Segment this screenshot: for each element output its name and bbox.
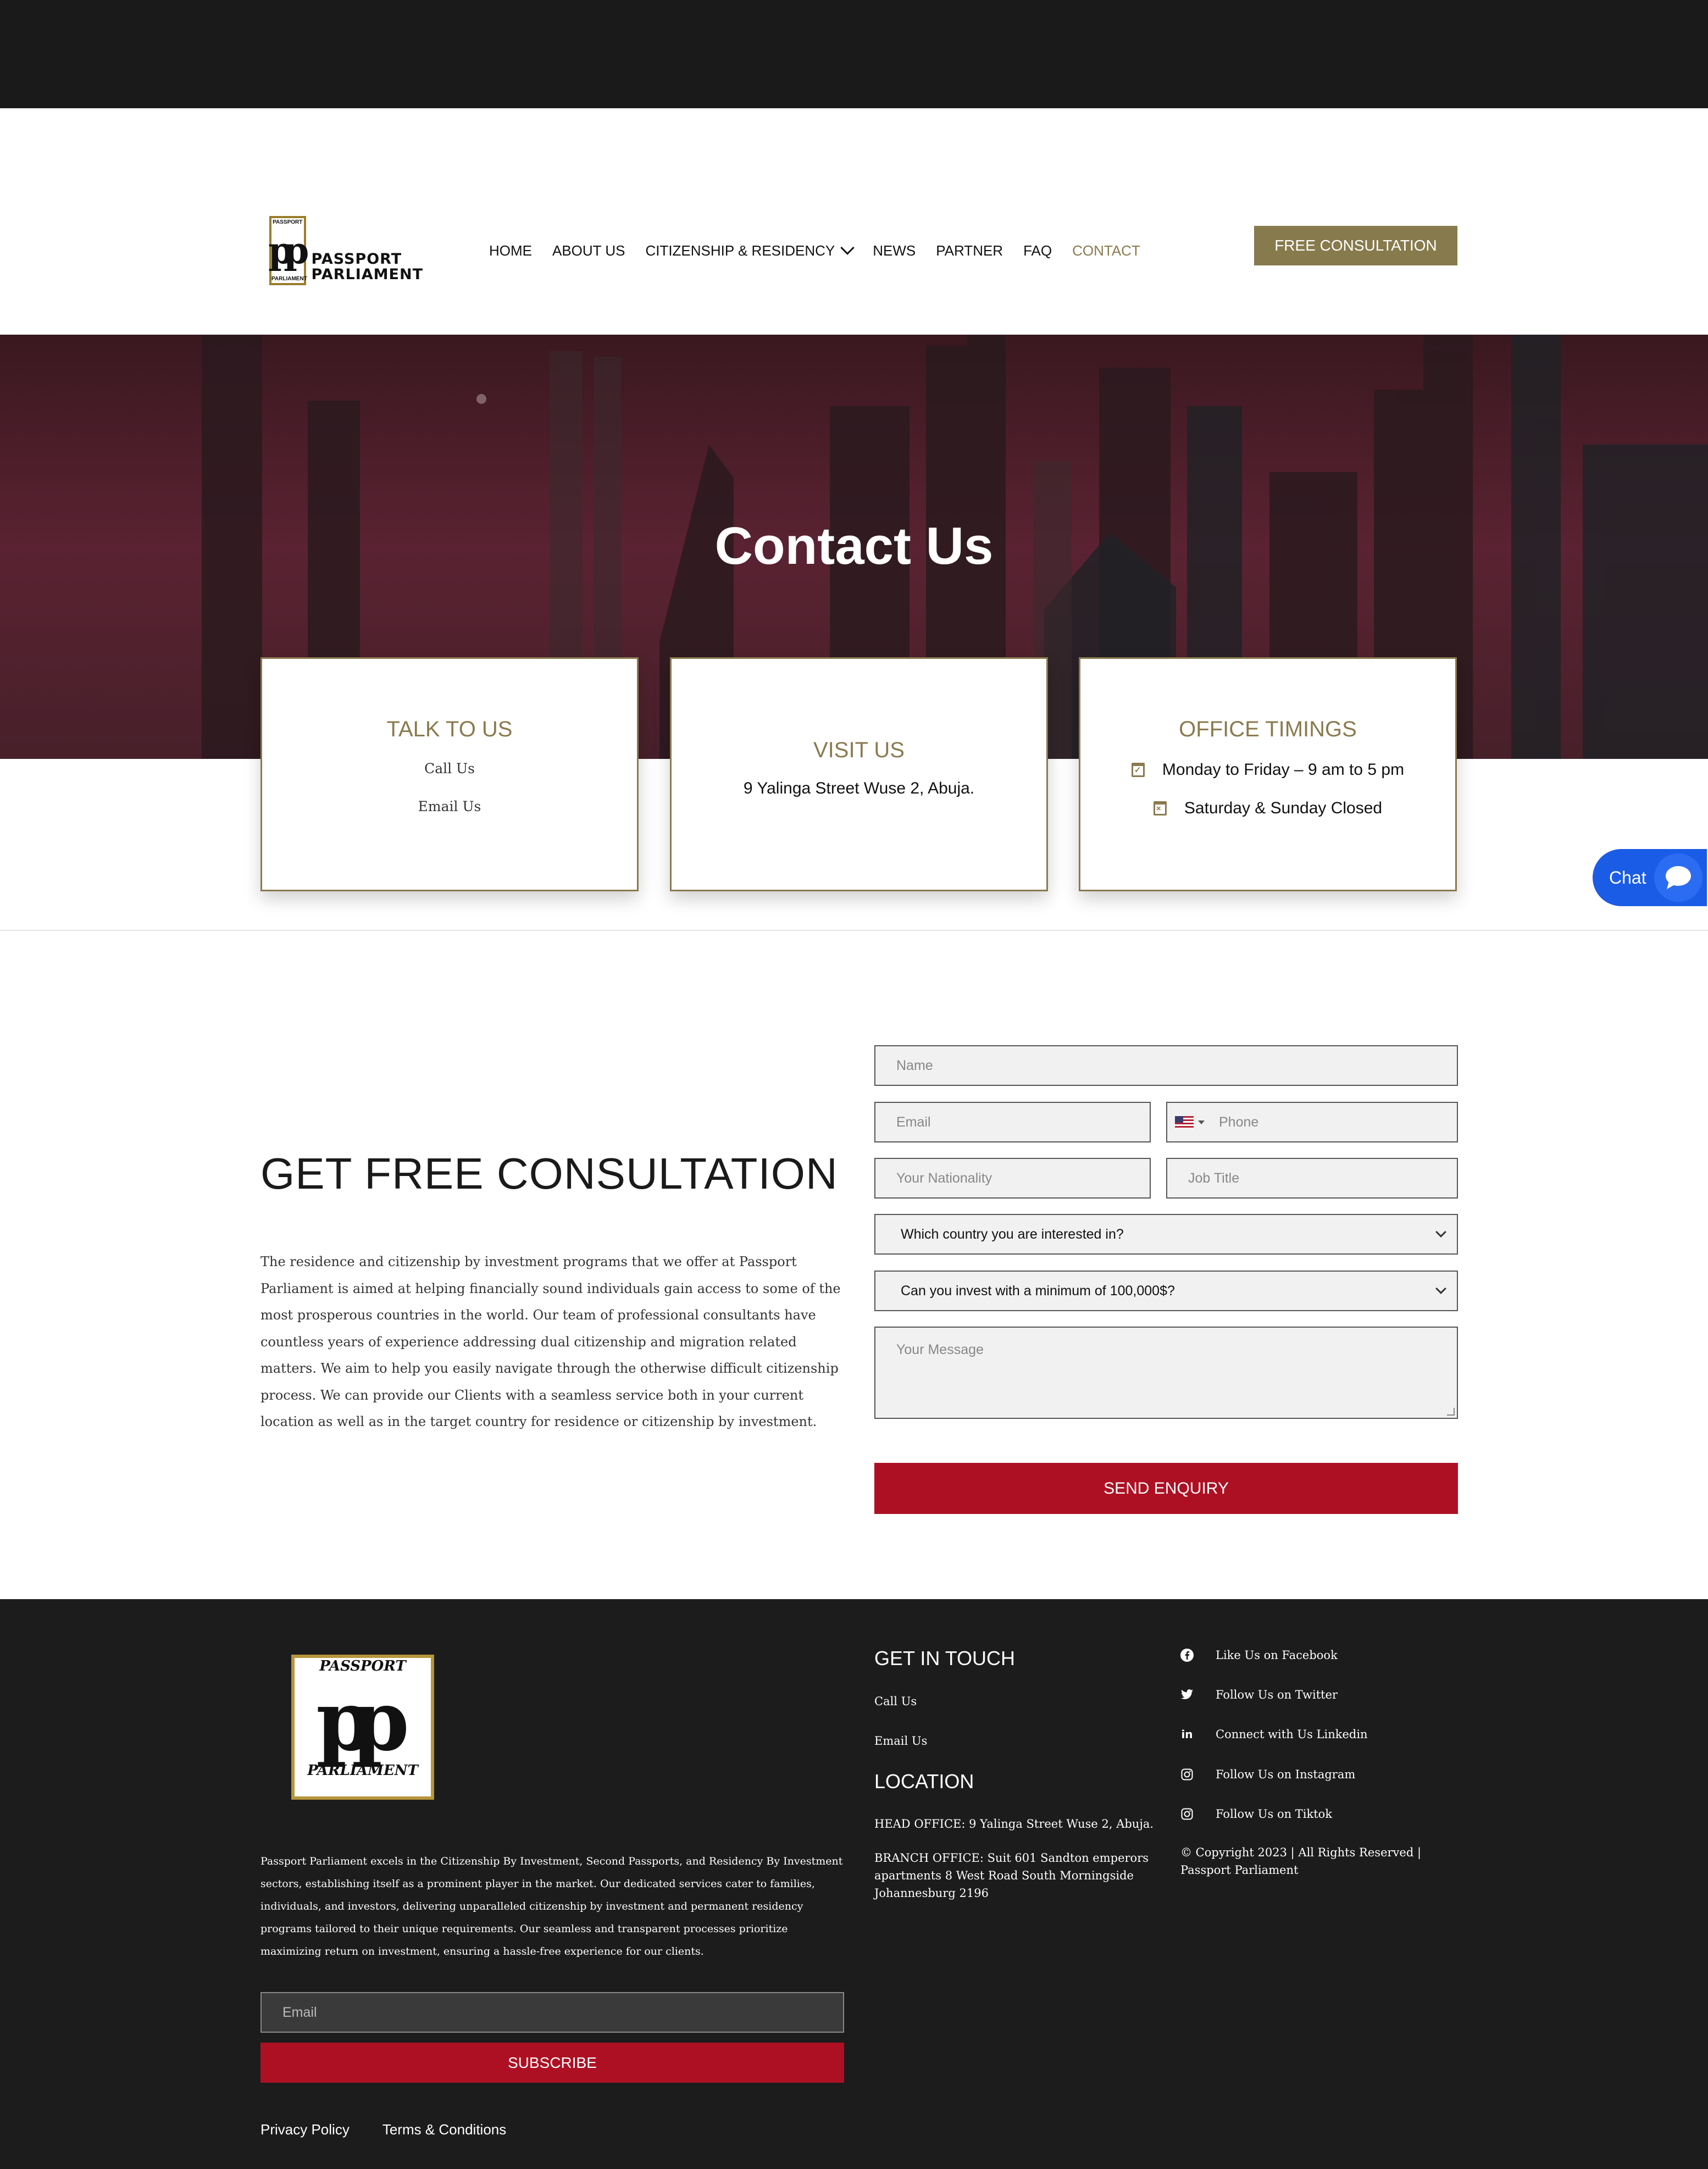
main-nav: HOME ABOUT US CITIZENSHIP & RESIDENCY NE… <box>489 236 1161 265</box>
footer-call-us-link[interactable]: Call Us <box>874 1693 917 1710</box>
visit-us-card: VISIT US 9 Yalinga Street Wuse 2, Abuja. <box>670 657 1048 891</box>
message-placeholder: Your Message <box>896 1342 984 1357</box>
footer-logo-top-text: PASSPORT <box>319 1658 406 1674</box>
talk-to-us-title: TALK TO US <box>386 717 513 741</box>
email-field[interactable]: Email <box>874 1102 1151 1142</box>
footer-logo-bottom-text: PARLIAMENT <box>307 1762 418 1779</box>
site-logo[interactable]: PASSPORT pp PARLIAMENT PASSPORT PARLIAME… <box>268 215 423 286</box>
email-us-link[interactable]: Email Us <box>262 798 637 814</box>
office-timings-card: OFFICE TIMINGS ✓ Monday to Friday – 9 am… <box>1079 657 1457 891</box>
subscribe-button[interactable]: SUBSCRIBE <box>260 2043 844 2083</box>
calendar-x-icon: × <box>1153 801 1167 816</box>
calendar-check-icon: ✓ <box>1131 763 1145 777</box>
logo-wordmark-line1: PASSPORT <box>311 251 402 268</box>
twitter-link-label: Follow Us on Twitter <box>1216 1688 1338 1701</box>
country-select-value: Which country you are interested in? <box>901 1226 1124 1242</box>
resize-handle-icon[interactable] <box>1447 1408 1455 1416</box>
linkedin-icon: in <box>1181 1728 1193 1741</box>
logo-wordmark-line2: PARLIAMENT <box>311 266 423 283</box>
facebook-icon <box>1180 1649 1194 1662</box>
instagram-link-label: Follow Us on Instagram <box>1216 1768 1356 1781</box>
twitter-link[interactable]: Follow Us on Twitter <box>1180 1688 1338 1701</box>
instagram-icon <box>1180 1768 1194 1781</box>
instagram-link[interactable]: Follow Us on Instagram <box>1180 1768 1355 1781</box>
logo-mark-top-text: PASSPORT <box>273 219 303 225</box>
nav-home[interactable]: HOME <box>489 242 532 259</box>
weekend-hours-text: Saturday & Sunday Closed <box>1184 799 1383 817</box>
footer-logo[interactable]: PASSPORT pp PARLIAMENT <box>291 1655 434 1800</box>
copyright-text: © Copyright 2023 | All Rights Reserved |… <box>1180 1846 1422 1877</box>
facebook-link-label: Like Us on Facebook <box>1216 1649 1338 1662</box>
footer-email-us-link[interactable]: Email Us <box>874 1732 927 1750</box>
investment-select-value: Can you invest with a minimum of 100,000… <box>901 1283 1175 1299</box>
head-office-address: HEAD OFFICE: 9 Yalinga Street Wuse 2, Ab… <box>874 1817 1154 1830</box>
privacy-policy-link[interactable]: Privacy Policy <box>260 2121 350 2138</box>
visit-address: 9 Yalinga Street Wuse 2, Abuja. <box>743 779 975 797</box>
nav-about-us[interactable]: ABOUT US <box>552 242 625 259</box>
phone-placeholder: Phone <box>1219 1114 1259 1130</box>
nav-citizenship-residency[interactable]: CITIZENSHIP & RESIDENCY <box>645 241 855 259</box>
linkedin-link[interactable]: in Connect with Us Linkedin <box>1180 1728 1368 1741</box>
chevron-down-icon <box>1435 1227 1446 1238</box>
top-bar <box>0 0 1708 108</box>
footer-about-text: Passport Parliament excels in the Citize… <box>260 1855 843 1957</box>
twitter-icon <box>1180 1688 1194 1701</box>
location-heading: LOCATION <box>874 1770 974 1793</box>
nav-partner[interactable]: PARTNER <box>936 242 1003 259</box>
chat-widget-button[interactable]: Chat <box>1593 849 1707 906</box>
logo-mark: PASSPORT pp PARLIAMENT <box>268 216 309 285</box>
us-flag-icon[interactable] <box>1175 1116 1194 1128</box>
call-us-link[interactable]: Call Us <box>262 761 637 776</box>
consultation-title: GET FREE CONSULTATION <box>260 1149 838 1198</box>
name-field[interactable]: Name <box>874 1045 1458 1086</box>
caret-down-icon <box>1198 1120 1205 1124</box>
consultation-description: The residence and citizenship by investm… <box>260 1254 841 1429</box>
tiktok-icon <box>1180 1807 1194 1821</box>
weekday-hours: ✓ Monday to Friday – 9 am to 5 pm <box>1080 761 1455 779</box>
logo-monogram: pp <box>268 229 309 272</box>
tiktok-link-label: Follow Us on Tiktok <box>1216 1807 1333 1821</box>
branch-office-address: BRANCH OFFICE: Suit 601 Sandton emperors… <box>874 1851 1149 1900</box>
logo-wordmark: PASSPORT PARLIAMENT <box>312 252 423 282</box>
nav-news[interactable]: NEWS <box>873 242 916 259</box>
chevron-down-icon <box>840 241 855 255</box>
weekend-hours: × Saturday & Sunday Closed <box>1080 799 1455 818</box>
newsletter-email-input[interactable]: Email <box>260 1992 844 2033</box>
job-title-field[interactable]: Job Title <box>1166 1158 1458 1199</box>
chat-label: Chat <box>1609 867 1646 887</box>
visit-us-title: VISIT US <box>813 738 905 762</box>
terms-conditions-link[interactable]: Terms & Conditions <box>382 2121 506 2138</box>
country-select[interactable]: Which country you are interested in? <box>874 1214 1458 1255</box>
message-textarea[interactable]: Your Message <box>874 1327 1458 1419</box>
footer-logo-monogram: pp <box>316 1673 409 1769</box>
weekday-hours-text: Monday to Friday – 9 am to 5 pm <box>1162 761 1405 779</box>
phone-field[interactable]: Phone <box>1166 1102 1458 1142</box>
nav-faq[interactable]: FAQ <box>1023 242 1052 259</box>
page-title: Contact Us <box>714 517 994 575</box>
linkedin-link-label: Connect with Us Linkedin <box>1216 1728 1368 1741</box>
chat-bubble-icon <box>1654 853 1703 902</box>
send-enquiry-button[interactable]: SEND ENQUIRY <box>874 1463 1458 1514</box>
site-header: PASSPORT pp PARLIAMENT PASSPORT PARLIAME… <box>0 108 1708 335</box>
facebook-link[interactable]: Like Us on Facebook <box>1180 1649 1338 1662</box>
nav-contact[interactable]: CONTACT <box>1072 242 1140 259</box>
talk-to-us-card: TALK TO US Call Us Email Us <box>260 657 639 891</box>
chevron-down-icon <box>1435 1283 1446 1294</box>
nav-citizenship-label: CITIZENSHIP & RESIDENCY <box>645 242 835 259</box>
get-in-touch-heading: GET IN TOUCH <box>874 1647 1016 1669</box>
investment-select[interactable]: Can you invest with a minimum of 100,000… <box>874 1271 1458 1311</box>
logo-mark-bottom-text: PARLIAMENT <box>271 276 307 282</box>
nationality-field[interactable]: Your Nationality <box>874 1158 1151 1199</box>
tiktok-link[interactable]: Follow Us on Tiktok <box>1180 1807 1332 1821</box>
office-timings-title: OFFICE TIMINGS <box>1179 717 1357 741</box>
footer-legal-links: Privacy Policy Terms & Conditions <box>260 2121 506 2138</box>
site-footer: PASSPORT pp PARLIAMENT Passport Parliame… <box>0 1599 1708 2169</box>
free-consultation-button[interactable]: FREE CONSULTATION <box>1254 226 1457 265</box>
